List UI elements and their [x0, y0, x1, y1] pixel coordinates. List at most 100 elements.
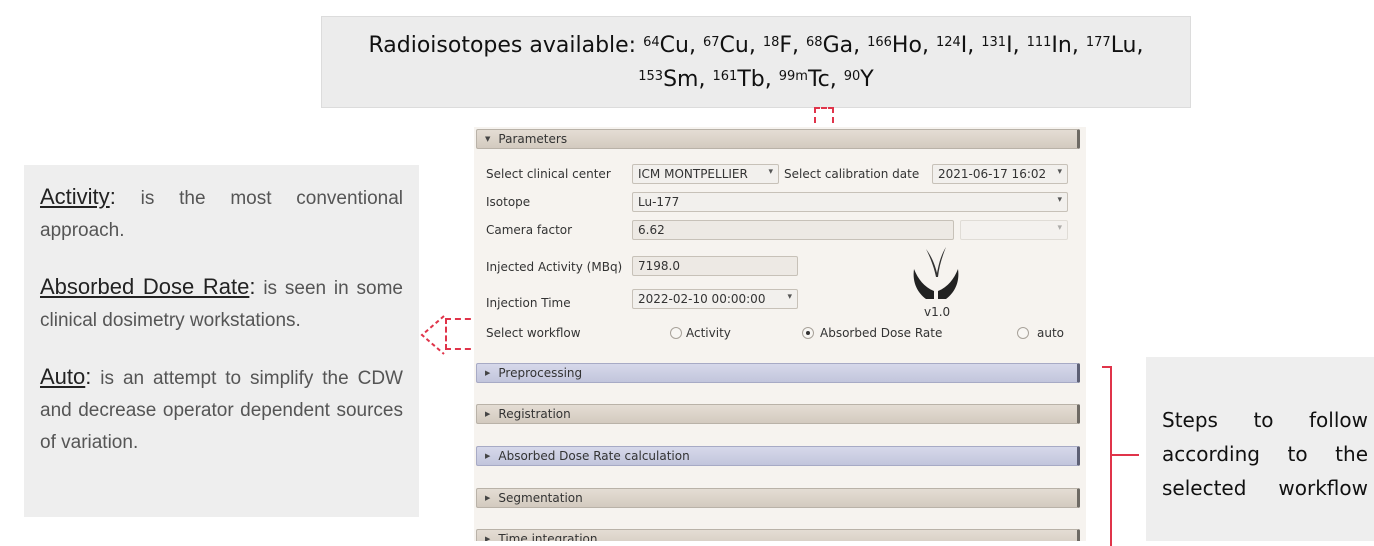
- camera-factor-input[interactable]: 6.62: [632, 220, 954, 240]
- steps-bracket-tip: [1111, 454, 1139, 456]
- camera-factor-label: Camera factor: [486, 223, 573, 237]
- isotope-mass: 153: [638, 69, 664, 84]
- workflow-radio-activity[interactable]: [670, 327, 682, 339]
- isotopes-prefix: Radioisotopes available:: [368, 33, 637, 58]
- collapse-triangle-icon: ▼: [485, 135, 491, 143]
- section-registration-label: Registration: [498, 407, 571, 421]
- isotope-select[interactable]: Lu-177 ▾: [632, 192, 1068, 212]
- chevron-down-icon: ▾: [1057, 195, 1062, 205]
- section-absorbed-dose-rate-calculation[interactable]: ▶ Absorbed Dose Rate calculation: [476, 446, 1080, 466]
- workflow-radio-auto[interactable]: [1017, 327, 1029, 339]
- isotope-value: Lu-177: [638, 195, 680, 209]
- injected-activity-label: Injected Activity (MBq): [486, 260, 623, 274]
- injection-time-value: 2022-02-10 00:00:00: [638, 292, 766, 306]
- section-registration[interactable]: ▶ Registration: [476, 404, 1080, 424]
- section-absorbed-dose-rate-calculation-label: Absorbed Dose Rate calculation: [498, 449, 690, 463]
- injection-time-select[interactable]: 2022-02-10 00:00:00 ▾: [632, 289, 798, 309]
- expand-triangle-icon: ▶: [485, 494, 491, 502]
- isotope-mass: 99m: [778, 69, 808, 84]
- section-segmentation-label: Segmentation: [498, 491, 583, 505]
- workflow-option-auto: auto: [1037, 326, 1065, 340]
- isotope-list: 64Cu, 67Cu, 18F, 68Ga, 166Ho, 124I, 131I…: [638, 33, 1143, 92]
- calibration-date-value: 2021-06-17 16:02: [938, 167, 1047, 181]
- isotope-mass: 18: [762, 35, 780, 50]
- chevron-down-icon: ▾: [787, 292, 792, 302]
- camera-factor-value: 6.62: [638, 223, 665, 237]
- section-time-integration-label: Time integration: [498, 532, 598, 541]
- section-segmentation[interactable]: ▶ Segmentation: [476, 488, 1080, 508]
- isotope-item: 99mTc,: [778, 67, 837, 92]
- isotope-mass: 124: [935, 35, 961, 50]
- isotope-item: 111In,: [1026, 33, 1079, 58]
- calibration-date-label: Select calibration date: [784, 167, 920, 181]
- steps-note: Steps to follow according to the selecte…: [1146, 357, 1374, 541]
- isotope-symbol: Cu: [719, 33, 749, 58]
- isotope-mass: 161: [712, 69, 738, 84]
- workflow-option-absorbed-dose-rate: Absorbed Dose Rate: [820, 326, 943, 340]
- steps-bracket: [1102, 366, 1112, 546]
- expand-triangle-icon: ▶: [485, 369, 491, 377]
- injected-activity-input[interactable]: 7198.0: [632, 256, 798, 276]
- isotope-mass: 67: [702, 35, 720, 50]
- section-parameters[interactable]: ▼ Parameters: [476, 129, 1080, 149]
- isotope-symbol: Y: [860, 67, 874, 92]
- isotope-symbol: In: [1051, 33, 1072, 58]
- note-auto: Auto: is an attempt to simplify the CDW …: [40, 364, 403, 453]
- isotope-symbol: I: [960, 33, 968, 58]
- expand-triangle-icon: ▶: [485, 410, 491, 418]
- isotope-mass: 90: [843, 69, 861, 84]
- clinical-center-select[interactable]: ICM MONTPELLIER ▾: [632, 164, 779, 184]
- note-adr: Absorbed Dose Rate: is seen in some clin…: [40, 274, 403, 331]
- isotopes-callout: Radioisotopes available: 64Cu, 67Cu, 18F…: [321, 16, 1191, 108]
- workflow-option-activity: Activity: [686, 326, 731, 340]
- expand-triangle-icon: ▶: [485, 535, 491, 541]
- isotope-symbol: Tb: [737, 67, 765, 92]
- term-auto: Auto: [40, 364, 86, 389]
- isotope-symbol: Sm: [663, 67, 699, 92]
- injected-activity-value: 7198.0: [638, 259, 680, 273]
- note-auto-text: is an attempt to simplify the CDW and de…: [40, 368, 403, 453]
- term-adr: Absorbed Dose Rate: [40, 274, 250, 299]
- isotope-item: 67Cu,: [702, 33, 756, 58]
- isotope-symbol: Ho: [891, 33, 922, 58]
- isotope-mass: 166: [867, 35, 892, 50]
- isotope-mass: 68: [806, 35, 823, 50]
- clinical-center-value: ICM MONTPELLIER: [638, 167, 748, 181]
- isotope-item: 90Y: [837, 67, 874, 92]
- workflow-radio-absorbed-dose-rate[interactable]: [802, 327, 814, 339]
- section-preprocessing[interactable]: ▶ Preprocessing: [476, 363, 1080, 383]
- isotope-item: 64Cu,: [643, 33, 696, 58]
- isotope-symbol: Lu: [1110, 33, 1137, 58]
- isotope-symbol: Tc: [807, 67, 830, 92]
- term-activity: Activity: [40, 184, 110, 209]
- section-preprocessing-label: Preprocessing: [498, 366, 583, 380]
- isotope-item: 161Tb,: [712, 67, 772, 92]
- isotope-mass: 64: [643, 35, 660, 50]
- note-activity: Activity: is the most conventional appro…: [40, 184, 403, 241]
- isotope-mass: 177: [1085, 35, 1111, 50]
- isotope-item: 68Ga,: [806, 33, 861, 58]
- injection-time-label: Injection Time: [486, 296, 571, 310]
- isotope-item: 153Sm,: [638, 67, 706, 92]
- chevron-down-icon: ▾: [768, 167, 773, 177]
- workflow-label: Select workflow: [486, 326, 581, 340]
- app-logo-icon: [913, 247, 959, 299]
- section-time-integration[interactable]: ▶ Time integration: [476, 529, 1080, 541]
- clinical-center-label: Select clinical center: [486, 167, 611, 181]
- isotope-symbol: I: [1006, 33, 1013, 58]
- isotope-item: 124I,: [935, 33, 975, 58]
- calibration-date-select[interactable]: 2021-06-17 16:02 ▾: [932, 164, 1068, 184]
- app-panel: ▼ Parameters Select clinical center ICM …: [474, 127, 1086, 541]
- isotope-item: 18F,: [762, 33, 800, 58]
- isotope-label: Isotope: [486, 195, 531, 209]
- workflow-explanation-note: Activity: is the most conventional appro…: [24, 165, 419, 517]
- app-version: v1.0: [924, 305, 951, 319]
- isotope-item: 131I,: [981, 33, 1020, 58]
- isotope-mass: 131: [981, 35, 1007, 50]
- isotope-symbol: Cu: [659, 33, 689, 58]
- chevron-down-icon: ▾: [1057, 167, 1062, 177]
- chevron-down-icon: ▾: [1057, 223, 1062, 233]
- isotope-item: 166Ho,: [867, 33, 929, 58]
- camera-factor-unit-select: ▾: [960, 220, 1068, 240]
- isotope-symbol: F: [779, 33, 793, 58]
